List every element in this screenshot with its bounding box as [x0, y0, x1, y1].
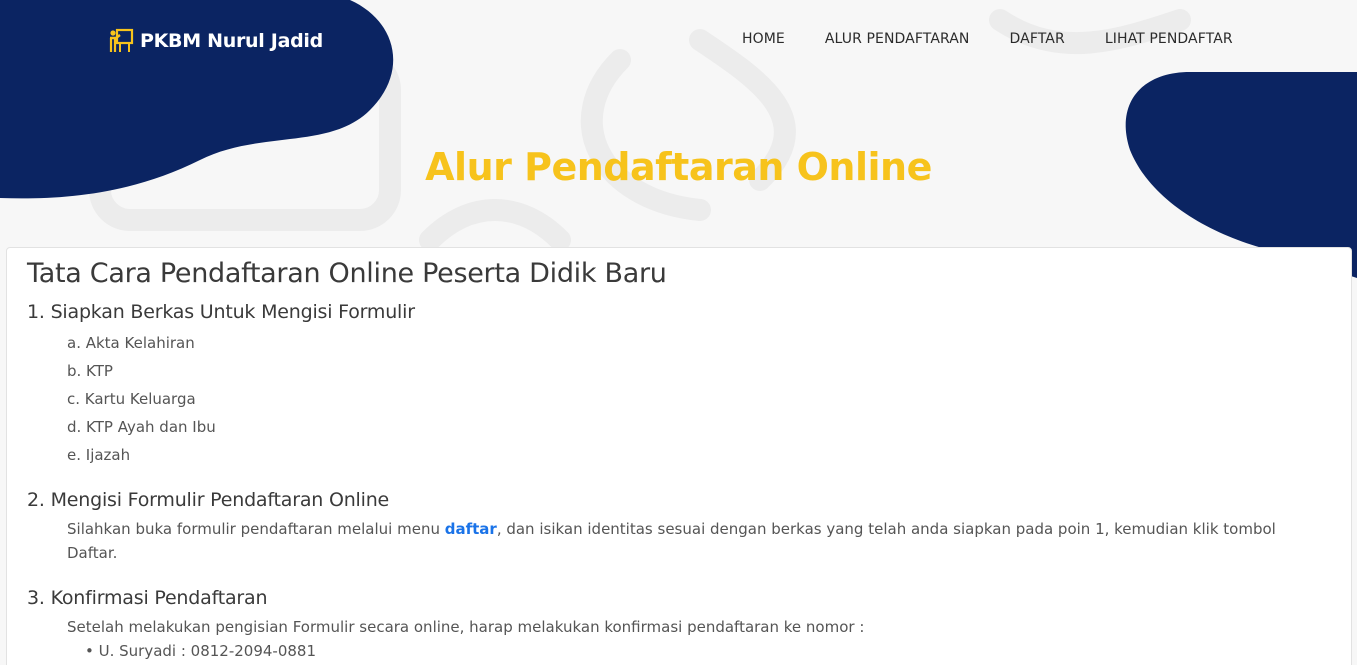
list-item: c. Kartu Keluarga [67, 390, 196, 408]
teacher-board-icon [108, 28, 134, 54]
step-2-text-before: Silahkan buka formulir pendaftaran melal… [67, 520, 445, 538]
daftar-link[interactable]: daftar [445, 520, 497, 538]
document-list: a. Akta Kelahiran b. KTP c. Kartu Keluar… [27, 329, 1331, 469]
contact-item: • U. Suryadi : 0812-2094-0881 [85, 642, 317, 660]
step-3-text: Setelah melakukan pengisian Formulir sec… [67, 618, 865, 636]
nav-lihat-pendaftar[interactable]: LIHAT PENDAFTAR [1105, 31, 1233, 47]
nav-daftar[interactable]: DAFTAR [1010, 31, 1065, 47]
nav-alur-pendaftaran[interactable]: ALUR PENDAFTARAN [825, 31, 970, 47]
page-title: Alur Pendaftaran Online [425, 145, 932, 189]
content-card: Tata Cara Pendaftaran Online Peserta Did… [6, 247, 1352, 665]
list-item: d. KTP Ayah dan Ibu [67, 418, 216, 436]
step-1-title: 1. Siapkan Berkas Untuk Mengisi Formulir [27, 301, 415, 323]
step-2-text: Silahkan buka formulir pendaftaran melal… [27, 517, 1331, 565]
list-item: b. KTP [67, 362, 113, 380]
list-item: a. Akta Kelahiran [67, 334, 195, 352]
brand-name: PKBM Nurul Jadid [140, 30, 323, 52]
list-item: e. Ijazah [67, 446, 131, 464]
step-2-title: 2. Mengisi Formulir Pendaftaran Online [27, 489, 390, 511]
step-3-title: 3. Konfirmasi Pendaftaran [27, 587, 268, 609]
nav-home[interactable]: HOME [742, 31, 785, 47]
page: PKBM Nurul Jadid HOME ALUR PENDAFTARAN D… [0, 0, 1357, 665]
main-nav: HOME ALUR PENDAFTARAN DAFTAR LIHAT PENDA… [742, 31, 1273, 47]
card-title: Tata Cara Pendaftaran Online Peserta Did… [27, 258, 667, 289]
brand[interactable]: PKBM Nurul Jadid [108, 27, 323, 55]
